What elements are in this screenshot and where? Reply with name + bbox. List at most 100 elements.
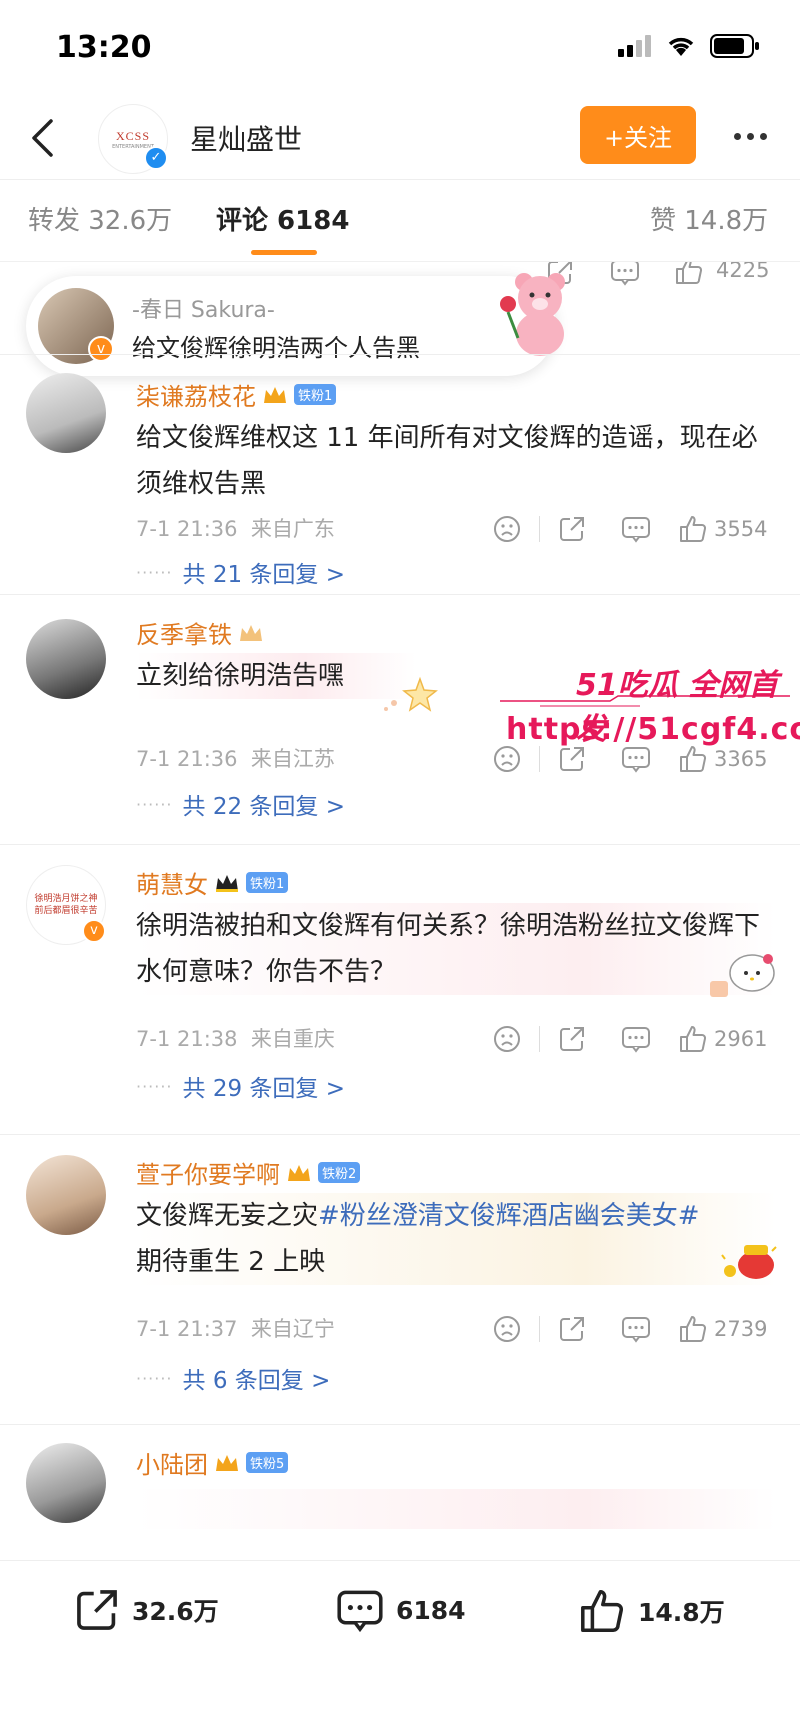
replies-count[interactable]: 共 6 条回复 > (183, 1361, 331, 1395)
tab-reposts[interactable]: 转发 32.6万 (28, 200, 172, 237)
commenter-name[interactable]: 萱子你要学啊 (136, 1155, 280, 1190)
share-button[interactable] (540, 1311, 604, 1347)
comment-button[interactable]: 6184 (336, 1587, 466, 1633)
wifi-icon (668, 37, 694, 56)
commenter-name[interactable]: 小陆团 (136, 1445, 208, 1480)
like-icon (680, 516, 706, 542)
comment-text: 徐明浩被拍和文俊辉有何关系？徐明浩粉丝拉文俊辉下水何意味？你告不告？ (136, 903, 776, 995)
comment-location: 来自广东 (250, 517, 335, 541)
status-bar: 13:20 (0, 0, 800, 96)
hello-kitty-icon (710, 954, 775, 997)
status-icons (618, 34, 760, 58)
comment-time: 7-1 21:37 (136, 1317, 238, 1341)
lucky-bag-icon (721, 1245, 777, 1279)
commenter-name[interactable]: 柒谦荔枝花 (136, 377, 256, 412)
comment-icon[interactable] (610, 262, 640, 286)
dots-divider: ······ (136, 562, 173, 582)
like-count: 14.8万 (638, 1598, 725, 1627)
commenter-row: 反季拿铁 (136, 615, 264, 650)
crown-icon (216, 874, 238, 892)
verified-icon: ✓ (144, 146, 168, 170)
header: XCSS ENTERTAINMENT ✓ 星灿盛世 +关注 (0, 96, 800, 180)
crown-icon (216, 1454, 238, 1471)
replies-count[interactable]: 共 22 条回复 > (183, 787, 345, 821)
commenter-row: 萱子你要学啊 铁粉2 (136, 1155, 361, 1190)
avatar[interactable] (26, 373, 106, 453)
vip-icon: v (82, 919, 106, 943)
comment-item[interactable]: 萱子你要学啊 铁粉2 文俊辉无妄之灾#粉丝澄清文俊辉酒店幽会美女# 期待重生 2 … (0, 1134, 800, 1424)
share-icon (560, 517, 584, 541)
avatar[interactable] (26, 619, 106, 699)
comment-actions: 3554 (460, 511, 780, 547)
pinned-like-count: 4225 (716, 262, 770, 282)
comment-time: 7-1 21:38 (136, 1027, 238, 1051)
like-button[interactable]: 2739 (668, 1311, 780, 1347)
reply-button[interactable] (604, 511, 668, 547)
watermark-url[interactable]: https://51cgf4.com (506, 712, 800, 747)
dots-divider: ······ (136, 794, 173, 814)
comment-icon (622, 1027, 650, 1053)
dislike-button[interactable] (475, 1021, 539, 1057)
comment-text: 给文俊辉维权这 11 年间所有对文俊辉的造谣，现在必须维权告黑 (136, 423, 758, 499)
sad-face-icon (494, 516, 520, 542)
comment-item[interactable]: 柒谦荔枝花 铁粉1 给文俊辉维权这 11 年间所有对文俊辉的造谣，现在必须维权告… (0, 354, 800, 594)
bottom-action-bar: 32.6万 6184 14.8万 (0, 1560, 800, 1731)
share-icon (77, 1590, 117, 1630)
sad-face-icon (494, 1316, 520, 1342)
dislike-button[interactable] (475, 511, 539, 547)
commenter-name[interactable]: -春日 Sakura- (132, 292, 275, 324)
comment-text: 立刻给徐明浩告嘿 (136, 653, 416, 699)
commenter-row: 萌慧女 铁粉1 (136, 865, 289, 900)
like-button[interactable]: 2961 (668, 1021, 780, 1057)
comment-actions: 2961 (460, 1021, 780, 1057)
view-replies-link[interactable]: ······ 共 22 条回复 > (136, 787, 345, 821)
like-icon[interactable] (674, 262, 704, 286)
view-replies-link[interactable]: ······ 共 6 条回复 > (136, 1361, 330, 1395)
tab-bar: 转发 32.6万 评论 6184 赞 14.8万 (0, 180, 800, 262)
share-icon (560, 1027, 584, 1051)
tab-likes[interactable]: 赞 14.8万 (650, 200, 768, 237)
comment-item[interactable]: 小陆团 铁粉5 (0, 1424, 800, 1560)
commenter-row: 小陆团 铁粉5 (136, 1445, 289, 1480)
comment-meta: 7-1 21:36 来自广东 (136, 513, 335, 543)
avatar[interactable] (26, 1443, 106, 1523)
comment-list[interactable]: 4225 v -春日 Sakura- 给文俊辉徐明浩两个人告黑 柒谦荔枝花 铁粉… (0, 262, 800, 1560)
share-button[interactable] (540, 1021, 604, 1057)
dislike-button[interactable] (475, 1311, 539, 1347)
comment-text-suffix: 期待重生 2 上映 (136, 1247, 326, 1277)
page-name[interactable]: 星灿盛世 (190, 118, 302, 158)
comment-text-cutoff (136, 1489, 776, 1529)
like-button[interactable]: 14.8万 (578, 1587, 725, 1635)
dots-divider: ······ (136, 1368, 173, 1388)
comment-text-prefix: 文俊辉无妄之灾 (136, 1201, 319, 1231)
more-options-icon[interactable] (722, 116, 778, 156)
repost-button[interactable]: 32.6万 (74, 1587, 219, 1633)
fan-badge: 铁粉1 (294, 384, 337, 405)
comment-time: 7-1 21:36 (136, 517, 238, 541)
commenter-name[interactable]: 反季拿铁 (136, 615, 232, 650)
sad-face-icon (494, 1026, 520, 1052)
back-button[interactable] (18, 112, 66, 164)
crown-icon (288, 1164, 310, 1181)
commenter-name[interactable]: 萌慧女 (136, 865, 208, 900)
logo-text: XCSS (115, 128, 151, 143)
replies-count[interactable]: 共 29 条回复 > (183, 1069, 345, 1103)
watermark-ad[interactable]: 51吃瓜 全网首发 https://51cgf4.com (500, 660, 800, 770)
dots-divider: ······ (136, 1076, 173, 1096)
share-button[interactable] (540, 511, 604, 547)
hashtag-link[interactable]: #粉丝澄清文俊辉酒店幽会美女# (318, 1201, 700, 1231)
view-replies-link[interactable]: ······ 共 29 条回复 > (136, 1069, 345, 1103)
fan-badge: 铁粉2 (318, 1162, 361, 1183)
like-button[interactable]: 3554 (668, 511, 780, 547)
replies-count[interactable]: 共 21 条回复 > (183, 555, 345, 589)
reply-button[interactable] (604, 1311, 668, 1347)
view-replies-link[interactable]: ······ 共 21 条回复 > (136, 555, 345, 589)
reply-button[interactable] (604, 1021, 668, 1057)
avatar[interactable] (26, 1155, 106, 1235)
fan-badge: 铁粉5 (246, 1452, 289, 1473)
pinned-comment-actions: 4225 (540, 262, 780, 352)
follow-button[interactable]: +关注 (580, 106, 696, 164)
comment-icon (337, 1590, 383, 1633)
tab-comments[interactable]: 评论 6184 (216, 200, 349, 237)
comment-item[interactable]: 徐明浩月饼之神 前后都眉很辛苦 v 萌慧女 铁粉1 徐明浩被拍和文俊辉有何关系？… (0, 844, 800, 1134)
